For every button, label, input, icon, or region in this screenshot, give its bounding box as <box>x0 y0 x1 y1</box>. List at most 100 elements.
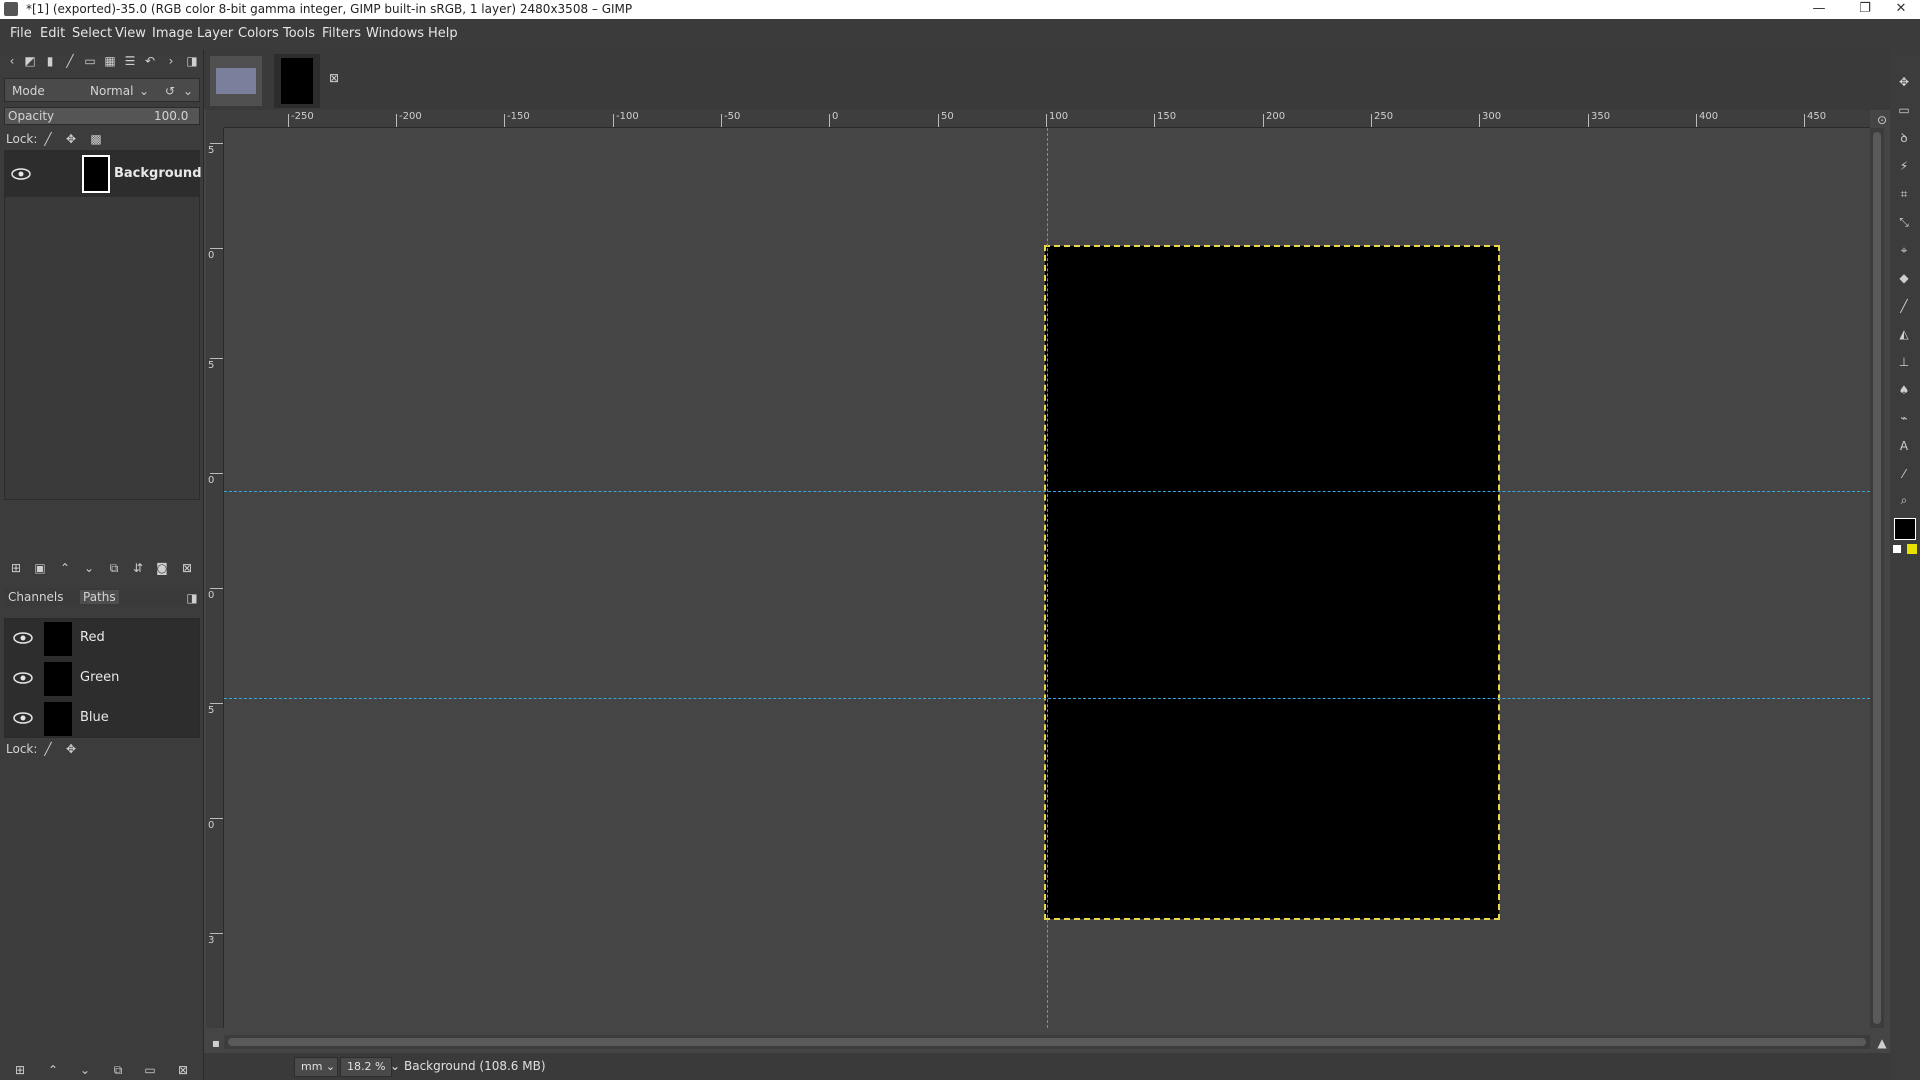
delete-layer-icon[interactable]: ⊠ <box>179 560 195 576</box>
menu-file[interactable]: File <box>10 26 32 41</box>
lock-alpha-icon[interactable]: ▩ <box>88 131 104 147</box>
chevron-left-icon[interactable]: ‹ <box>4 53 20 69</box>
tool-options-icon[interactable]: ◩ <box>22 53 38 69</box>
document-image[interactable] <box>1044 245 1500 920</box>
text-tool-icon[interactable]: A <box>1896 438 1912 454</box>
status-info: Background (108.6 MB) <box>404 1059 546 1073</box>
chevron-down-icon[interactable]: ⌄ <box>136 83 152 99</box>
brush-icon[interactable]: ╱ <box>62 53 78 69</box>
menu-edit[interactable]: Edit <box>40 26 65 41</box>
layer-name[interactable]: Background <box>114 166 202 181</box>
eye-icon[interactable] <box>12 671 34 685</box>
warp-icon[interactable]: ⌖ <box>1896 242 1912 258</box>
menu-layer[interactable]: Layer <box>197 26 233 41</box>
new-layer-icon[interactable]: ⊞ <box>8 560 24 576</box>
menu-filters[interactable]: Filters <box>322 26 361 41</box>
images-icon[interactable]: ▦ <box>102 53 118 69</box>
minimize-button[interactable]: — <box>1796 0 1842 19</box>
ruler-tick <box>721 114 722 127</box>
scrollbar-thumb[interactable] <box>228 1038 1866 1046</box>
menu-tools[interactable]: Tools <box>283 26 315 41</box>
new-channel-icon[interactable]: ⊞ <box>12 1062 28 1078</box>
ruler-corner[interactable] <box>206 110 224 128</box>
guide-vertical[interactable] <box>1047 128 1048 1028</box>
ruler-tick <box>829 114 830 127</box>
reset-colors-icon[interactable] <box>1893 545 1901 553</box>
lock-pixels-icon[interactable]: ╱ <box>40 131 56 147</box>
chevron-down-icon[interactable]: ⌄ <box>180 83 196 99</box>
duplicate-layer-icon[interactable]: ⧉ <box>106 560 122 576</box>
raise-channel-icon[interactable]: ⌃ <box>45 1062 61 1078</box>
eye-icon[interactable] <box>12 631 34 645</box>
menu-view[interactable]: View <box>115 26 146 41</box>
color-picker-icon[interactable]: ⁄ <box>1896 466 1912 482</box>
zoom-toggle-icon[interactable]: ⊙ <box>1874 112 1890 128</box>
foreground-color-swatch[interactable] <box>1894 518 1916 540</box>
horizontal-ruler[interactable]: -250 -200 -150 -100 -50 0 50 100 150 200 250 300 350… <box>224 110 1870 128</box>
menu-colors[interactable]: Colors <box>238 26 279 41</box>
lock-pixels-icon[interactable]: ╱ <box>40 741 56 757</box>
lock-position-icon[interactable]: ✥ <box>63 741 79 757</box>
lock-label: Lock: <box>6 742 38 756</box>
new-group-icon[interactable]: ▣ <box>32 560 48 576</box>
opacity-value[interactable]: 100.0 <box>154 109 188 123</box>
undo-history-icon[interactable]: ↶ <box>142 53 158 69</box>
eye-icon[interactable] <box>12 711 34 725</box>
close-tab-icon[interactable]: ⊠ <box>326 70 342 86</box>
raise-layer-icon[interactable]: ⌃ <box>57 560 73 576</box>
layers-stack-icon[interactable]: ☰ <box>122 53 138 69</box>
mode-select[interactable]: Normal <box>90 84 133 98</box>
vertical-scrollbar[interactable] <box>1870 128 1884 1028</box>
clone-icon[interactable]: ⊥ <box>1896 354 1912 370</box>
background-color-swatch[interactable] <box>1907 544 1917 554</box>
tab-paths[interactable]: Paths <box>80 590 119 604</box>
horizontal-scrollbar[interactable] <box>224 1035 1870 1049</box>
lasso-icon[interactable]: ꝺ <box>1896 130 1912 146</box>
dock-menu-icon[interactable]: ◨ <box>184 53 200 69</box>
image-tab-thumbnail[interactable] <box>210 56 262 106</box>
eye-icon[interactable] <box>10 167 32 181</box>
menu-windows[interactable]: Windows <box>366 26 424 41</box>
chevron-down-icon[interactable]: ⌄ <box>390 1059 400 1073</box>
mode-reset-icon[interactable]: ↺ <box>162 83 178 99</box>
image-canvas[interactable] <box>224 128 1870 1028</box>
delete-channel-icon[interactable]: ⊠ <box>175 1062 191 1078</box>
lower-channel-icon[interactable]: ⌄ <box>77 1062 93 1078</box>
navigate-icon[interactable]: ▲ <box>1874 1035 1890 1051</box>
menu-help[interactable]: Help <box>428 26 458 41</box>
menu-select[interactable]: Select <box>72 26 112 41</box>
rect-select-icon[interactable]: ▭ <box>1896 102 1912 118</box>
zoom-tool-icon[interactable]: ⌕ <box>1896 492 1912 508</box>
close-button[interactable]: ✕ <box>1878 0 1920 19</box>
tab-channels[interactable]: Channels <box>8 590 64 604</box>
channel-to-selection-icon[interactable]: ▭ <box>142 1062 158 1078</box>
ruler-tick <box>396 114 397 127</box>
scrollbar-thumb[interactable] <box>1873 132 1881 1024</box>
quick-mask-icon[interactable]: ▪ <box>208 1035 224 1051</box>
eraser-icon[interactable]: ◭ <box>1896 326 1912 342</box>
duplicate-channel-icon[interactable]: ⧉ <box>110 1062 126 1078</box>
image-tab-active[interactable] <box>274 54 320 108</box>
dock-menu-icon[interactable]: ◨ <box>184 590 200 606</box>
smudge-icon[interactable]: ♠ <box>1896 382 1912 398</box>
paintbrush-icon[interactable]: ╱ <box>1896 298 1912 314</box>
scale-icon[interactable]: ⤡ <box>1896 214 1912 230</box>
lower-layer-icon[interactable]: ⌄ <box>81 560 97 576</box>
crop-icon[interactable]: ⌗ <box>1896 186 1912 202</box>
channel-label: Red <box>80 630 105 645</box>
bucket-fill-icon[interactable]: ◆ <box>1896 270 1912 286</box>
move-tool-icon[interactable]: ✥ <box>1896 74 1912 90</box>
device-icon[interactable]: ▭ <box>82 53 98 69</box>
ruler-tick <box>210 588 223 589</box>
anchor-layer-icon[interactable]: ⇵ <box>130 560 146 576</box>
paths-icon[interactable]: ⌁ <box>1896 410 1912 426</box>
chevron-right-icon[interactable]: › <box>163 53 179 69</box>
menu-image[interactable]: Image <box>152 26 193 41</box>
zoom-select[interactable]: 18.2 % <box>340 1057 392 1077</box>
lock-position-icon[interactable]: ✥ <box>63 131 79 147</box>
unit-select[interactable]: mm ⌄ <box>294 1057 338 1077</box>
vertical-ruler[interactable]: 5 0 5 0 0 5 0 3 <box>206 128 224 1028</box>
gradient-icon[interactable]: ▮ <box>42 53 58 69</box>
fuzzy-select-icon[interactable]: ⚡ <box>1896 158 1912 174</box>
mask-layer-icon[interactable]: ◙ <box>154 560 170 576</box>
